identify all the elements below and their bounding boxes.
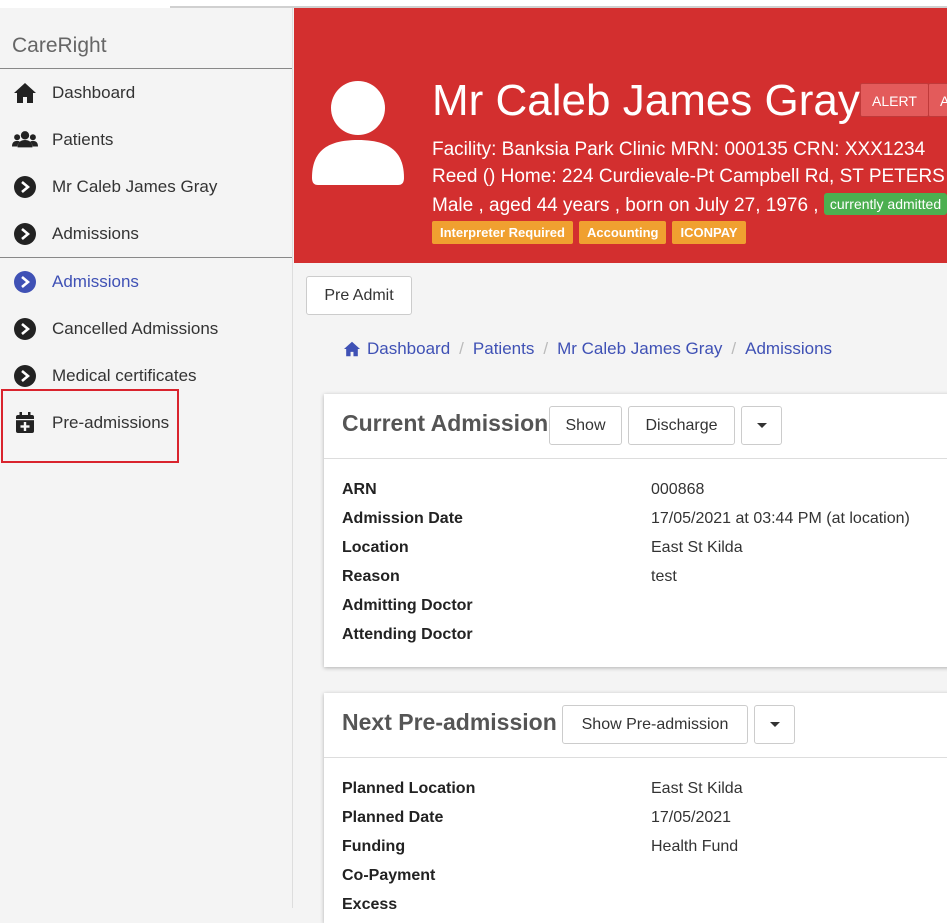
status-badge: currently admitted <box>823 193 947 215</box>
home-icon <box>12 81 38 105</box>
sidebar-item-patient[interactable]: Mr Caleb James Gray <box>0 163 292 210</box>
sidebar-item-dashboard[interactable]: Dashboard <box>0 69 292 116</box>
show-admission-button[interactable]: Show <box>549 406 622 445</box>
patient-demographics-text: Male , aged 44 years , born on July 27, … <box>432 195 819 216</box>
sidebar-subitem-cancelled-admissions[interactable]: Cancelled Admissions <box>0 305 292 352</box>
sidebar-item-label: Mr Caleb James Gray <box>52 176 218 196</box>
alert-button-2[interactable]: A <box>928 83 947 117</box>
breadcrumb-patient[interactable]: Mr Caleb James Gray <box>557 339 722 359</box>
sidebar-item-label: Medical certificates <box>52 365 197 385</box>
card-title: Next Pre-admission <box>342 709 557 735</box>
caret-down-icon <box>769 722 780 727</box>
pre-admit-button[interactable]: Pre Admit <box>306 276 412 315</box>
chevron-right-circle-icon <box>12 222 38 246</box>
discharge-button[interactable]: Discharge <box>628 406 735 445</box>
breadcrumb-patients[interactable]: Patients <box>473 339 534 359</box>
tag-accounting: Accounting <box>578 221 667 244</box>
chevron-right-circle-icon <box>12 270 38 294</box>
patient-name: Mr Caleb James Gray <box>432 76 860 125</box>
tag-interpreter: Interpreter Required <box>432 221 573 244</box>
card-title: Current Admission <box>342 410 549 436</box>
chevron-right-circle-icon <box>12 364 38 388</box>
sidebar-item-admissions[interactable]: Admissions <box>0 210 292 257</box>
sidebar-item-label: Cancelled Admissions <box>52 318 219 338</box>
top-strip <box>0 0 947 8</box>
tag-iconpay: ICONPAY <box>672 221 746 244</box>
user-avatar-icon <box>312 81 404 185</box>
patient-demographics-line: Male , aged 44 years , born on July 27, … <box>432 193 947 217</box>
caret-down-icon <box>756 423 767 428</box>
sidebar-item-patients[interactable]: Patients <box>0 116 292 163</box>
more-actions-dropdown[interactable] <box>754 705 795 744</box>
sidebar-item-label: Admissions <box>52 223 139 243</box>
patient-tags: Interpreter Required Accounting ICONPAY <box>432 221 746 244</box>
breadcrumb-dashboard[interactable]: Dashboard <box>367 339 450 359</box>
next-preadmission-card: Next Pre-admission Show Pre-admission Pl… <box>324 693 947 923</box>
current-admission-card: Current Admission Show Discharge ARN 0008… <box>324 394 947 667</box>
brand-title: CareRight <box>0 8 292 69</box>
sidebar-subitem-admissions[interactable]: Admissions <box>0 258 292 305</box>
alert-button[interactable]: ALERT <box>860 83 929 117</box>
patient-address-line: Reed () Home: 224 Curdievale-Pt Campbell… <box>432 166 945 187</box>
patient-header: Mr Caleb James Gray ALERT A Facility: Ba… <box>294 8 947 263</box>
show-preadmission-button[interactable]: Show Pre-admission <box>562 705 748 744</box>
chevron-right-circle-icon <box>12 317 38 341</box>
chevron-right-circle-icon <box>12 175 38 199</box>
highlight-box <box>1 389 179 463</box>
card-header: Next Pre-admission Show Pre-admission <box>324 693 947 758</box>
sidebar-item-label: Admissions <box>52 271 139 291</box>
users-icon <box>12 128 38 152</box>
patient-facility-line: Facility: Banksia Park Clinic MRN: 00013… <box>432 139 926 160</box>
breadcrumb-admissions[interactable]: Admissions <box>745 339 832 359</box>
home-icon <box>344 341 360 357</box>
breadcrumb: Dashboard / Patients / Mr Caleb James Gr… <box>343 339 832 359</box>
card-header: Current Admission Show Discharge <box>324 394 947 459</box>
more-actions-dropdown[interactable] <box>741 406 782 445</box>
sidebar-item-label: Patients <box>52 129 114 149</box>
sidebar-item-label: Dashboard <box>52 82 136 102</box>
